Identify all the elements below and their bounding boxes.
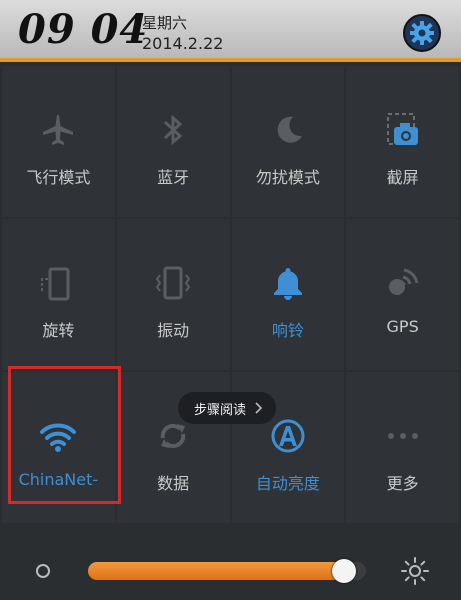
quick-settings-grid: 飞行模式 蓝牙 勿扰模式 截屏 旋转 振动 响铃 GPS ChinaNet- 数… bbox=[2, 66, 459, 523]
weekday-label: 星期六 bbox=[142, 14, 188, 32]
moon-icon bbox=[277, 116, 302, 143]
bell-icon bbox=[273, 268, 302, 300]
toggle-gps[interactable]: GPS bbox=[346, 219, 459, 370]
tooltip-text: 步骤阅读 bbox=[194, 402, 247, 418]
date-label: 2014.2.22 bbox=[142, 34, 224, 53]
auto-brightness-icon bbox=[271, 419, 305, 453]
toggle-more[interactable]: 更多 bbox=[346, 372, 459, 523]
toggle-rotate[interactable]: 旋转 bbox=[2, 219, 115, 370]
toggle-label: 蓝牙 bbox=[157, 168, 190, 187]
step-reading-tooltip[interactable]: 步骤阅读 bbox=[178, 392, 277, 424]
toggle-label: 截屏 bbox=[386, 168, 419, 187]
chevron-right-icon bbox=[255, 402, 263, 414]
toggle-wifi[interactable]: ChinaNet- bbox=[2, 372, 115, 523]
toggle-label: 响铃 bbox=[271, 321, 304, 340]
bluetooth-icon bbox=[164, 114, 183, 146]
wifi-icon bbox=[40, 423, 77, 452]
brightness-bar bbox=[0, 530, 461, 600]
toggle-label: ChinaNet- bbox=[18, 470, 99, 489]
toggle-airplane-mode[interactable]: 飞行模式 bbox=[2, 66, 115, 217]
toggle-screenshot[interactable]: 截屏 bbox=[346, 66, 459, 217]
brightness-low-icon bbox=[36, 564, 50, 578]
toggle-bluetooth[interactable]: 蓝牙 bbox=[116, 66, 230, 217]
screenshot-icon bbox=[386, 113, 418, 145]
toggle-vibrate[interactable]: 振动 bbox=[116, 219, 230, 370]
gear-icon bbox=[410, 21, 434, 45]
brightness-thumb[interactable] bbox=[331, 559, 356, 583]
toggle-label: 振动 bbox=[157, 321, 190, 340]
toggle-label: 飞行模式 bbox=[26, 168, 91, 187]
brightness-slider[interactable] bbox=[88, 559, 366, 583]
airplane-icon bbox=[43, 115, 74, 145]
status-header: 09 04 星期六 2014.2.22 bbox=[0, 0, 461, 62]
vibrate-icon bbox=[155, 266, 191, 300]
toggle-ring[interactable]: 响铃 bbox=[231, 219, 345, 370]
clock-time: 09 04 bbox=[18, 6, 149, 53]
toggle-label: GPS bbox=[386, 317, 419, 336]
toggle-label: 数据 bbox=[157, 474, 190, 493]
brightness-fill bbox=[88, 562, 344, 580]
toggle-label: 自动亮度 bbox=[255, 474, 320, 493]
toggle-label: 勿扰模式 bbox=[255, 168, 320, 187]
rotate-icon bbox=[41, 267, 70, 301]
toggle-do-not-disturb[interactable]: 勿扰模式 bbox=[231, 66, 345, 217]
brightness-high-icon bbox=[401, 557, 429, 585]
toggle-label: 旋转 bbox=[42, 321, 75, 340]
gps-icon bbox=[388, 268, 419, 295]
settings-button[interactable] bbox=[403, 14, 441, 52]
toggle-label: 更多 bbox=[386, 474, 419, 493]
more-icon bbox=[387, 433, 418, 439]
